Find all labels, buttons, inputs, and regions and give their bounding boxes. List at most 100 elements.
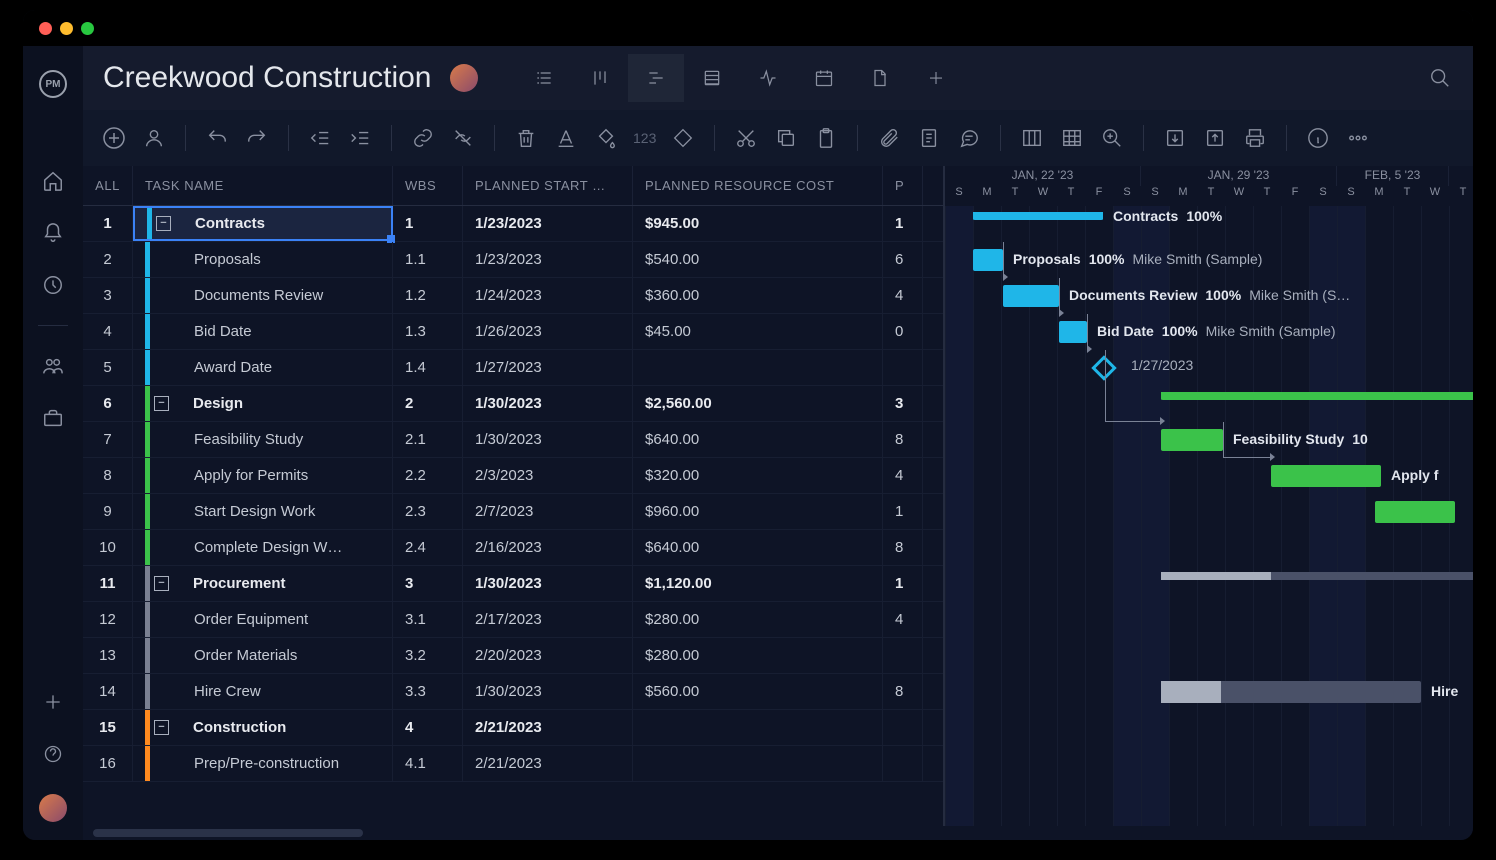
col-wbs[interactable]: WBS [393, 166, 463, 205]
link-button[interactable] [410, 125, 436, 151]
wbs-cell[interactable]: 2.1 [393, 422, 463, 457]
sheet-view-button[interactable] [684, 54, 740, 102]
start-cell[interactable]: 2/21/2023 [463, 746, 633, 781]
wbs-cell[interactable]: 3.3 [393, 674, 463, 709]
p-cell[interactable] [883, 746, 923, 781]
row-number[interactable]: 8 [83, 458, 133, 493]
collapse-toggle[interactable]: − [156, 216, 171, 231]
scrollbar-thumb[interactable] [93, 829, 363, 837]
start-cell[interactable]: 1/30/2023 [463, 422, 633, 457]
start-cell[interactable]: 1/30/2023 [463, 386, 633, 421]
list-view-button[interactable] [516, 54, 572, 102]
wbs-cell[interactable]: 1.4 [393, 350, 463, 385]
cost-cell[interactable]: $280.00 [633, 602, 883, 637]
gantt-bar[interactable] [1161, 429, 1223, 451]
project-owner-avatar[interactable] [450, 64, 478, 92]
wbs-cell[interactable]: 3.1 [393, 602, 463, 637]
info-button[interactable] [1305, 125, 1331, 151]
row-number[interactable]: 3 [83, 278, 133, 313]
cost-cell[interactable]: $2,560.00 [633, 386, 883, 421]
wbs-cell[interactable]: 1.2 [393, 278, 463, 313]
gantt-bar[interactable] [973, 212, 1103, 220]
gantt-bar[interactable] [973, 249, 1003, 271]
gantt-bar[interactable] [1059, 321, 1087, 343]
task-row[interactable]: 10Complete Design W…2.42/16/2023$640.008 [83, 530, 943, 566]
task-row[interactable]: 1−Contracts11/23/2023$945.001 [83, 206, 943, 242]
notes-button[interactable] [916, 125, 942, 151]
comment-button[interactable] [956, 125, 982, 151]
start-cell[interactable]: 1/24/2023 [463, 278, 633, 313]
redo-button[interactable] [244, 125, 270, 151]
import-button[interactable] [1162, 125, 1188, 151]
gantt-bar[interactable] [1161, 572, 1473, 580]
task-row[interactable]: 7Feasibility Study2.11/30/2023$640.008 [83, 422, 943, 458]
zoom-button[interactable] [1099, 125, 1125, 151]
start-cell[interactable]: 1/23/2023 [463, 206, 633, 241]
app-logo[interactable]: PM [39, 70, 67, 98]
row-number[interactable]: 13 [83, 638, 133, 673]
cost-cell[interactable]: $45.00 [633, 314, 883, 349]
p-cell[interactable] [883, 350, 923, 385]
p-cell[interactable]: 8 [883, 674, 923, 709]
task-name-cell[interactable]: Proposals [133, 242, 393, 277]
row-number[interactable]: 2 [83, 242, 133, 277]
gantt-bar[interactable] [1161, 681, 1421, 703]
start-cell[interactable]: 1/30/2023 [463, 674, 633, 709]
task-row[interactable]: 9Start Design Work2.32/7/2023$960.001 [83, 494, 943, 530]
more-button[interactable] [1345, 125, 1371, 151]
unlink-button[interactable] [450, 125, 476, 151]
task-row[interactable]: 6−Design21/30/2023$2,560.003 [83, 386, 943, 422]
add-icon[interactable] [41, 690, 65, 714]
p-cell[interactable] [883, 710, 923, 745]
activity-view-button[interactable] [740, 54, 796, 102]
task-name-cell[interactable]: Feasibility Study [133, 422, 393, 457]
close-window-button[interactable] [39, 22, 52, 35]
col-task-name[interactable]: TASK NAME [133, 166, 393, 205]
export-button[interactable] [1202, 125, 1228, 151]
task-name-cell[interactable]: Award Date [133, 350, 393, 385]
wbs-cell[interactable]: 4.1 [393, 746, 463, 781]
task-row[interactable]: 11−Procurement31/30/2023$1,120.001 [83, 566, 943, 602]
cost-cell[interactable]: $1,120.00 [633, 566, 883, 601]
attachment-button[interactable] [876, 125, 902, 151]
p-cell[interactable]: 6 [883, 242, 923, 277]
help-icon[interactable] [41, 742, 65, 766]
row-number[interactable]: 12 [83, 602, 133, 637]
delete-button[interactable] [513, 125, 539, 151]
row-number[interactable]: 15 [83, 710, 133, 745]
task-name-cell[interactable]: Apply for Permits [133, 458, 393, 493]
gantt-bar[interactable] [1161, 392, 1473, 400]
outdent-button[interactable] [307, 125, 333, 151]
task-row[interactable]: 15−Construction42/21/2023 [83, 710, 943, 746]
cost-cell[interactable]: $640.00 [633, 422, 883, 457]
row-number[interactable]: 6 [83, 386, 133, 421]
user-avatar[interactable] [39, 794, 67, 822]
task-row[interactable]: 16Prep/Pre-construction4.12/21/2023 [83, 746, 943, 782]
add-view-button[interactable] [908, 54, 964, 102]
notification-icon[interactable] [41, 221, 65, 245]
wbs-cell[interactable]: 4 [393, 710, 463, 745]
cost-cell[interactable]: $540.00 [633, 242, 883, 277]
gantt-bar[interactable] [1375, 501, 1455, 523]
start-cell[interactable]: 2/20/2023 [463, 638, 633, 673]
col-planned-cost[interactable]: PLANNED RESOURCE COST [633, 166, 883, 205]
milestone-button[interactable] [670, 125, 696, 151]
task-name-cell[interactable]: −Construction [133, 710, 393, 745]
task-name-cell[interactable]: Bid Date [133, 314, 393, 349]
row-number[interactable]: 5 [83, 350, 133, 385]
start-cell[interactable]: 1/26/2023 [463, 314, 633, 349]
gantt-bar[interactable] [1271, 465, 1381, 487]
print-button[interactable] [1242, 125, 1268, 151]
task-row[interactable]: 3Documents Review1.21/24/2023$360.004 [83, 278, 943, 314]
p-cell[interactable]: 3 [883, 386, 923, 421]
task-name-cell[interactable]: −Design [133, 386, 393, 421]
col-planned-start[interactable]: PLANNED START … [463, 166, 633, 205]
cost-cell[interactable] [633, 746, 883, 781]
row-number[interactable]: 14 [83, 674, 133, 709]
cut-button[interactable] [733, 125, 759, 151]
task-name-cell[interactable]: −Procurement [133, 566, 393, 601]
p-cell[interactable]: 4 [883, 602, 923, 637]
cost-cell[interactable]: $560.00 [633, 674, 883, 709]
cost-cell[interactable]: $945.00 [633, 206, 883, 241]
team-icon[interactable] [41, 354, 65, 378]
